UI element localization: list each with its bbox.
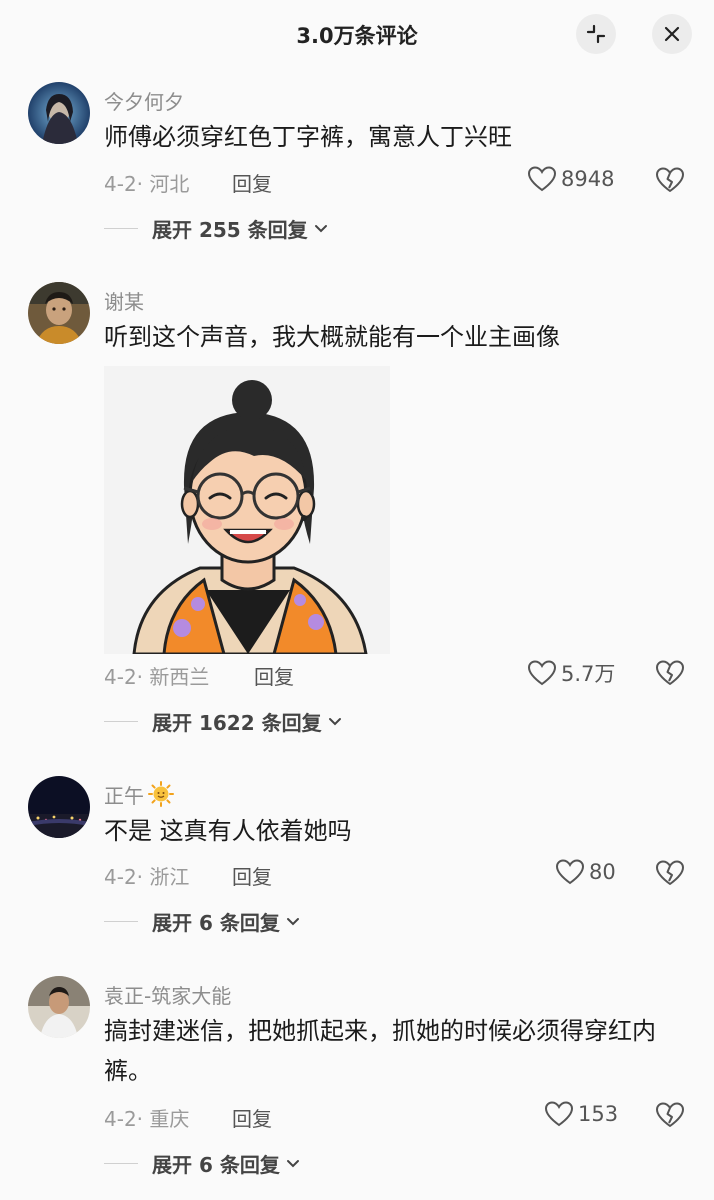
username[interactable]: 谢某 — [104, 286, 144, 315]
comment-text: 听到这个声音，我大概就能有一个业主画像 — [104, 323, 560, 351]
comment-meta: 4-2· 新西兰 — [104, 665, 210, 689]
comment-meta: 4-2· 重庆 — [104, 1107, 190, 1131]
heart-icon — [544, 1101, 574, 1127]
broken-heart-icon[interactable] — [655, 859, 685, 887]
heart-icon — [527, 166, 557, 192]
heart-icon — [527, 660, 557, 686]
avatar[interactable] — [28, 976, 90, 1038]
chevron-down-icon — [286, 1159, 299, 1167]
like-button[interactable]: 153 — [544, 1100, 618, 1128]
expand-replies[interactable]: 展开 6 条回复 — [104, 1149, 300, 1178]
heart-icon — [555, 859, 585, 885]
collapse-button[interactable] — [576, 14, 616, 54]
chevron-down-icon — [314, 224, 327, 232]
username[interactable]: 袁正-筑家大能 — [104, 980, 231, 1009]
broken-heart-icon[interactable] — [655, 1101, 685, 1129]
sun-emoji-icon — [148, 781, 174, 807]
close-button[interactable] — [652, 14, 692, 54]
comments-header: 3.0万条评论 — [0, 0, 714, 70]
comment-text: 不是 这真有人依着她吗 — [104, 817, 352, 845]
broken-heart-icon[interactable] — [655, 166, 685, 194]
like-button[interactable]: 80 — [555, 858, 616, 886]
chevron-down-icon — [286, 917, 299, 925]
comment-text: 师傅必须穿红色丁字裤，寓意人丁兴旺 — [104, 123, 512, 151]
like-button[interactable]: 5.7万 — [527, 658, 615, 688]
reply-button[interactable]: 回复 — [232, 1103, 272, 1132]
avatar[interactable] — [28, 282, 90, 344]
comment-meta: 4-2· 浙江 — [104, 865, 190, 889]
expand-replies-label: 展开 255 条回复 — [152, 218, 308, 242]
like-count: 153 — [578, 1102, 619, 1126]
like-count: 80 — [589, 860, 616, 884]
username-text: 正午 — [104, 784, 144, 808]
reply-button[interactable]: 回复 — [254, 661, 294, 690]
username[interactable]: 今夕何夕 — [104, 86, 184, 115]
username[interactable]: 正午 — [104, 780, 174, 809]
divider — [104, 721, 138, 722]
expand-replies-label: 展开 6 条回复 — [152, 911, 280, 935]
like-count: 5.7万 — [561, 662, 616, 686]
divider — [104, 1163, 138, 1164]
expand-replies[interactable]: 展开 6 条回复 — [104, 907, 300, 936]
expand-replies[interactable]: 展开 255 条回复 — [104, 214, 328, 243]
like-count: 8948 — [561, 167, 615, 191]
broken-heart-icon[interactable] — [655, 659, 685, 687]
divider — [104, 921, 138, 922]
chevron-down-icon — [328, 717, 341, 725]
reply-button[interactable]: 回复 — [232, 168, 272, 197]
reply-button[interactable]: 回复 — [232, 861, 272, 890]
comment-text: 搞封建迷信，把她抓起来，抓她的时候必须得穿红内裤。 — [104, 1017, 656, 1085]
like-button[interactable]: 8948 — [527, 165, 614, 193]
avatar[interactable] — [28, 776, 90, 838]
collapse-icon — [586, 24, 606, 44]
expand-replies-label: 展开 1622 条回复 — [152, 711, 322, 735]
expand-replies[interactable]: 展开 1622 条回复 — [104, 707, 342, 736]
close-icon — [664, 26, 680, 42]
sticker-image[interactable] — [104, 366, 390, 654]
expand-replies-label: 展开 6 条回复 — [152, 1153, 280, 1177]
avatar[interactable] — [28, 82, 90, 144]
divider — [104, 228, 138, 229]
comment-meta: 4-2· 河北 — [104, 172, 190, 196]
